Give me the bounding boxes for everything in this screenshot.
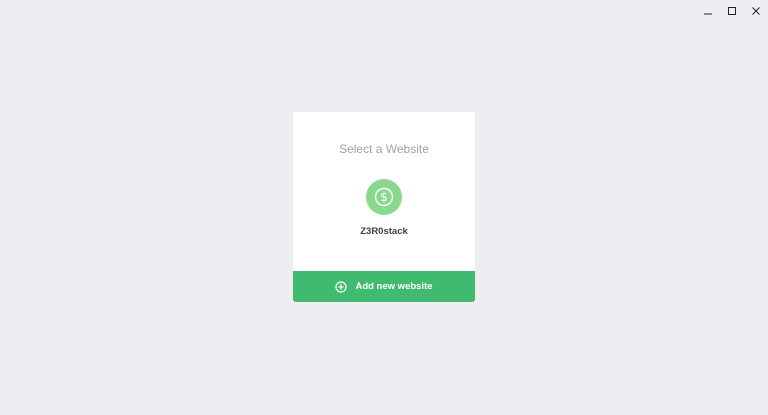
app-window: Select a Website $ Z3R0stack Add new web… [0, 0, 768, 415]
site-name: Z3R0stack [360, 226, 408, 237]
window-controls [696, 0, 768, 22]
maximize-icon [728, 7, 736, 15]
close-icon [752, 7, 760, 15]
maximize-button[interactable] [720, 0, 744, 22]
dollar-icon: $ [374, 187, 394, 207]
minimize-icon [704, 13, 712, 15]
site-avatar: $ [366, 179, 402, 215]
add-new-website-button[interactable]: Add new website [293, 271, 475, 302]
card-title: Select a Website [339, 142, 429, 156]
plus-circle-icon [335, 280, 348, 293]
close-button[interactable] [744, 0, 768, 22]
site-item[interactable]: $ Z3R0stack [293, 179, 475, 237]
svg-text:$: $ [380, 190, 388, 204]
add-new-website-label: Add new website [355, 281, 433, 292]
website-selector-card: Select a Website $ Z3R0stack Add new web… [293, 112, 475, 302]
minimize-button[interactable] [696, 0, 720, 22]
